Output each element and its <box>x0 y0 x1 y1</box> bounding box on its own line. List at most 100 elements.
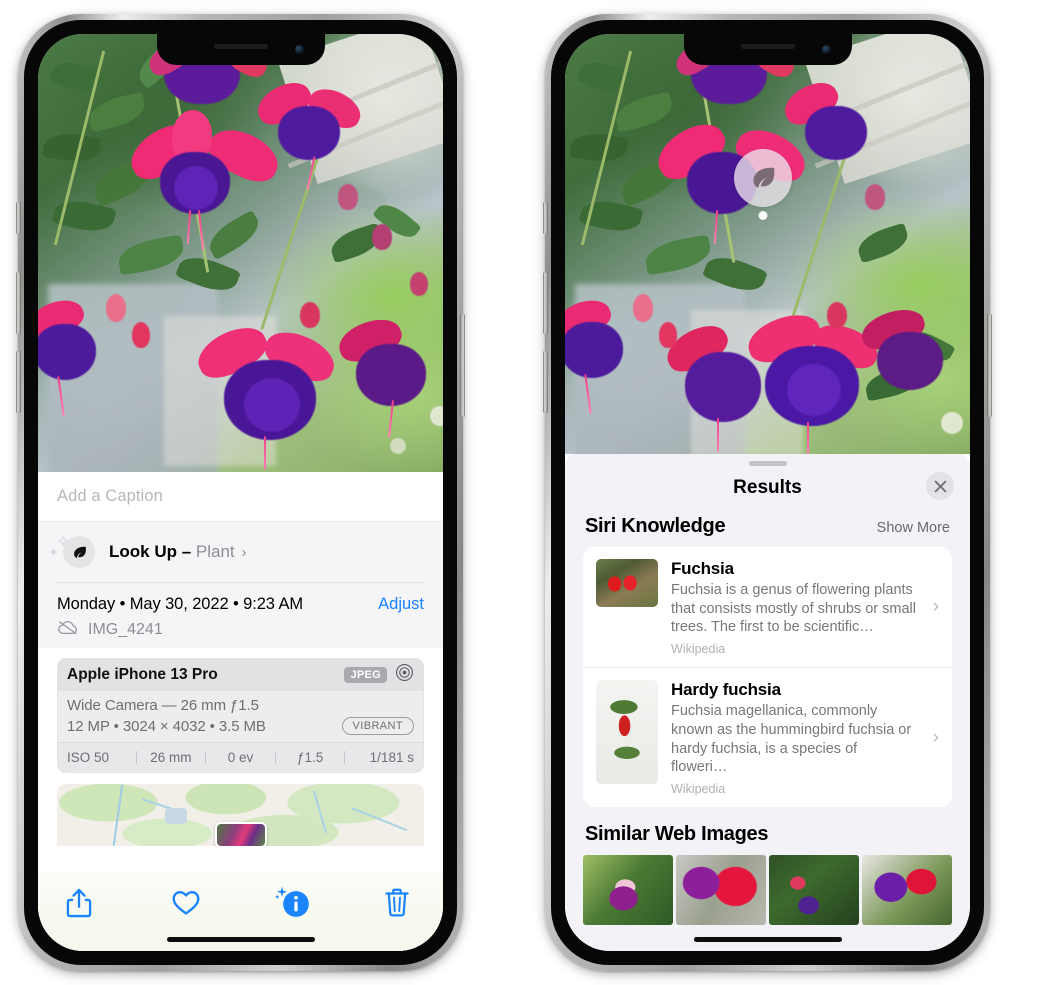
map-river <box>312 790 328 834</box>
exif-iso: ISO 50 <box>67 750 110 765</box>
format-badge: JPEG <box>344 667 387 683</box>
mute-switch[interactable] <box>543 202 548 234</box>
web-image-thumbnail[interactable] <box>862 854 952 925</box>
pin-dot <box>758 211 768 220</box>
result-source: Wikipedia <box>671 781 726 796</box>
flower-bud <box>659 322 677 348</box>
earpiece-speaker <box>740 44 795 49</box>
volume-down-button[interactable] <box>16 351 21 413</box>
front-camera-icon <box>294 45 304 54</box>
flower-bud <box>827 302 847 328</box>
visual-lookup-pin[interactable] <box>734 149 792 220</box>
similar-web-images-strip[interactable] <box>565 854 970 925</box>
close-button[interactable] <box>926 472 954 500</box>
leaf-icon <box>63 536 95 568</box>
show-more-button[interactable]: Show More <box>877 520 950 536</box>
flower-corolla-inner <box>244 378 300 432</box>
home-indicator[interactable] <box>166 937 315 942</box>
look-up-row[interactable]: ✧ ✦ Look Up – Plant › <box>49 522 424 582</box>
power-button[interactable] <box>460 314 465 417</box>
screenshot-root: Add a Caption ✧ ✦ Look Up – Plant › Mond… <box>0 0 1055 985</box>
stamen <box>807 422 809 454</box>
photo-datetime: Monday • May 30, 2022 • 9:23 AM <box>57 595 304 613</box>
volume-up-button[interactable] <box>543 272 548 334</box>
result-description: Fuchsia is a genus of flowering plants t… <box>671 582 916 636</box>
flower-corolla-inner <box>174 166 218 210</box>
stamen <box>717 418 719 452</box>
photo-viewer[interactable] <box>38 34 443 472</box>
map-pin-thumbnail <box>216 824 265 846</box>
exif-aperture: ƒ1.5 <box>296 750 324 765</box>
aperture-icon <box>395 663 414 687</box>
web-image-thumbnail[interactable] <box>583 854 673 925</box>
front-camera-icon <box>821 45 831 54</box>
similar-web-images-header: Similar Web Images <box>565 807 970 853</box>
flower-corolla-inner <box>787 364 841 416</box>
siri-knowledge-header: Siri Knowledge Show More <box>565 510 970 547</box>
delete-button[interactable] <box>383 887 417 921</box>
notch <box>683 34 852 65</box>
volume-up-button[interactable] <box>16 272 21 334</box>
caption-placeholder: Add a Caption <box>57 487 163 505</box>
home-indicator[interactable] <box>693 937 842 942</box>
look-up-label: Look Up – Plant › <box>109 542 247 561</box>
location-map[interactable] <box>57 784 424 846</box>
bokeh <box>390 438 406 454</box>
exif-shutter: 1/181 s <box>369 750 414 765</box>
share-button[interactable] <box>64 887 98 921</box>
photo-filename: IMG_4241 <box>88 621 163 638</box>
web-image-thumbnail[interactable] <box>769 854 859 925</box>
list-item[interactable]: Hardy fuchsia Fuchsia magellanica, commo… <box>583 667 952 807</box>
info-button[interactable] <box>274 886 311 921</box>
exif-row: ISO 50 26 mm 0 ev ƒ1.5 1/181 s <box>58 742 423 772</box>
photographic-style-badge: VIBRANT <box>341 717 414 735</box>
flower-corolla <box>805 106 867 160</box>
iphone-left: Add a Caption ✧ ✦ Look Up – Plant › Mond… <box>16 14 465 971</box>
icloud-slash-icon <box>57 620 79 640</box>
result-thumbnail <box>596 680 658 785</box>
stamen <box>264 436 266 470</box>
favorite-button[interactable] <box>170 887 204 921</box>
chevron-right-icon: › <box>241 544 247 561</box>
flower-corolla <box>685 352 761 422</box>
screen-left: Add a Caption ✧ ✦ Look Up – Plant › Mond… <box>38 34 443 951</box>
volume-down-button[interactable] <box>543 351 548 413</box>
results-title: Results <box>733 477 802 498</box>
section-title: Siri Knowledge <box>585 515 726 537</box>
flower-bud <box>132 322 150 348</box>
result-title: Fuchsia <box>671 559 734 578</box>
camera-info-card: Apple iPhone 13 Pro JPEG Wide Camera — 2… <box>57 658 424 773</box>
photo-viewer[interactable] <box>565 34 970 454</box>
flower-bud <box>410 272 428 296</box>
siri-knowledge-card: Fuchsia Fuchsia is a genus of flowering … <box>583 547 952 807</box>
caption-field[interactable]: Add a Caption <box>38 472 443 522</box>
iphone-right: Results Siri Knowledge Show More Fuchsia… <box>543 14 992 971</box>
power-button[interactable] <box>987 314 992 417</box>
map-river <box>350 806 408 832</box>
result-description: Fuchsia magellanica, commonly known as t… <box>671 703 912 776</box>
section-title: Similar Web Images <box>585 822 769 845</box>
lookup-section: ✧ ✦ Look Up – Plant › <box>38 522 443 583</box>
web-image-thumbnail[interactable] <box>676 854 766 925</box>
flower-corolla <box>877 332 943 390</box>
earpiece-speaker <box>213 44 268 49</box>
map-water-body <box>165 808 187 824</box>
flower-bud <box>372 224 392 250</box>
results-sheet: Results Siri Knowledge Show More Fuchsia… <box>565 454 970 951</box>
list-item[interactable]: Fuchsia Fuchsia is a genus of flowering … <box>583 547 952 667</box>
bokeh <box>941 412 963 434</box>
result-thumbnail <box>596 559 658 607</box>
metadata-section: Monday • May 30, 2022 • 9:23 AM Adjust I… <box>38 583 443 648</box>
map-photo-pin[interactable] <box>214 822 267 846</box>
chevron-right-icon: › <box>932 596 939 618</box>
sparkle-small-icon: ✦ <box>49 547 59 559</box>
flower-bud <box>865 184 885 210</box>
mute-switch[interactable] <box>16 202 21 234</box>
camera-specs: 12 MP • 3024 × 4032 • 3.5 MB <box>67 717 266 735</box>
exif-focal: 26 mm <box>150 750 192 765</box>
adjust-button[interactable]: Adjust <box>378 595 424 614</box>
exif-exposure: 0 ev <box>227 750 254 765</box>
result-source: Wikipedia <box>671 642 726 657</box>
close-icon <box>934 480 946 492</box>
result-title: Hardy fuchsia <box>671 680 781 700</box>
